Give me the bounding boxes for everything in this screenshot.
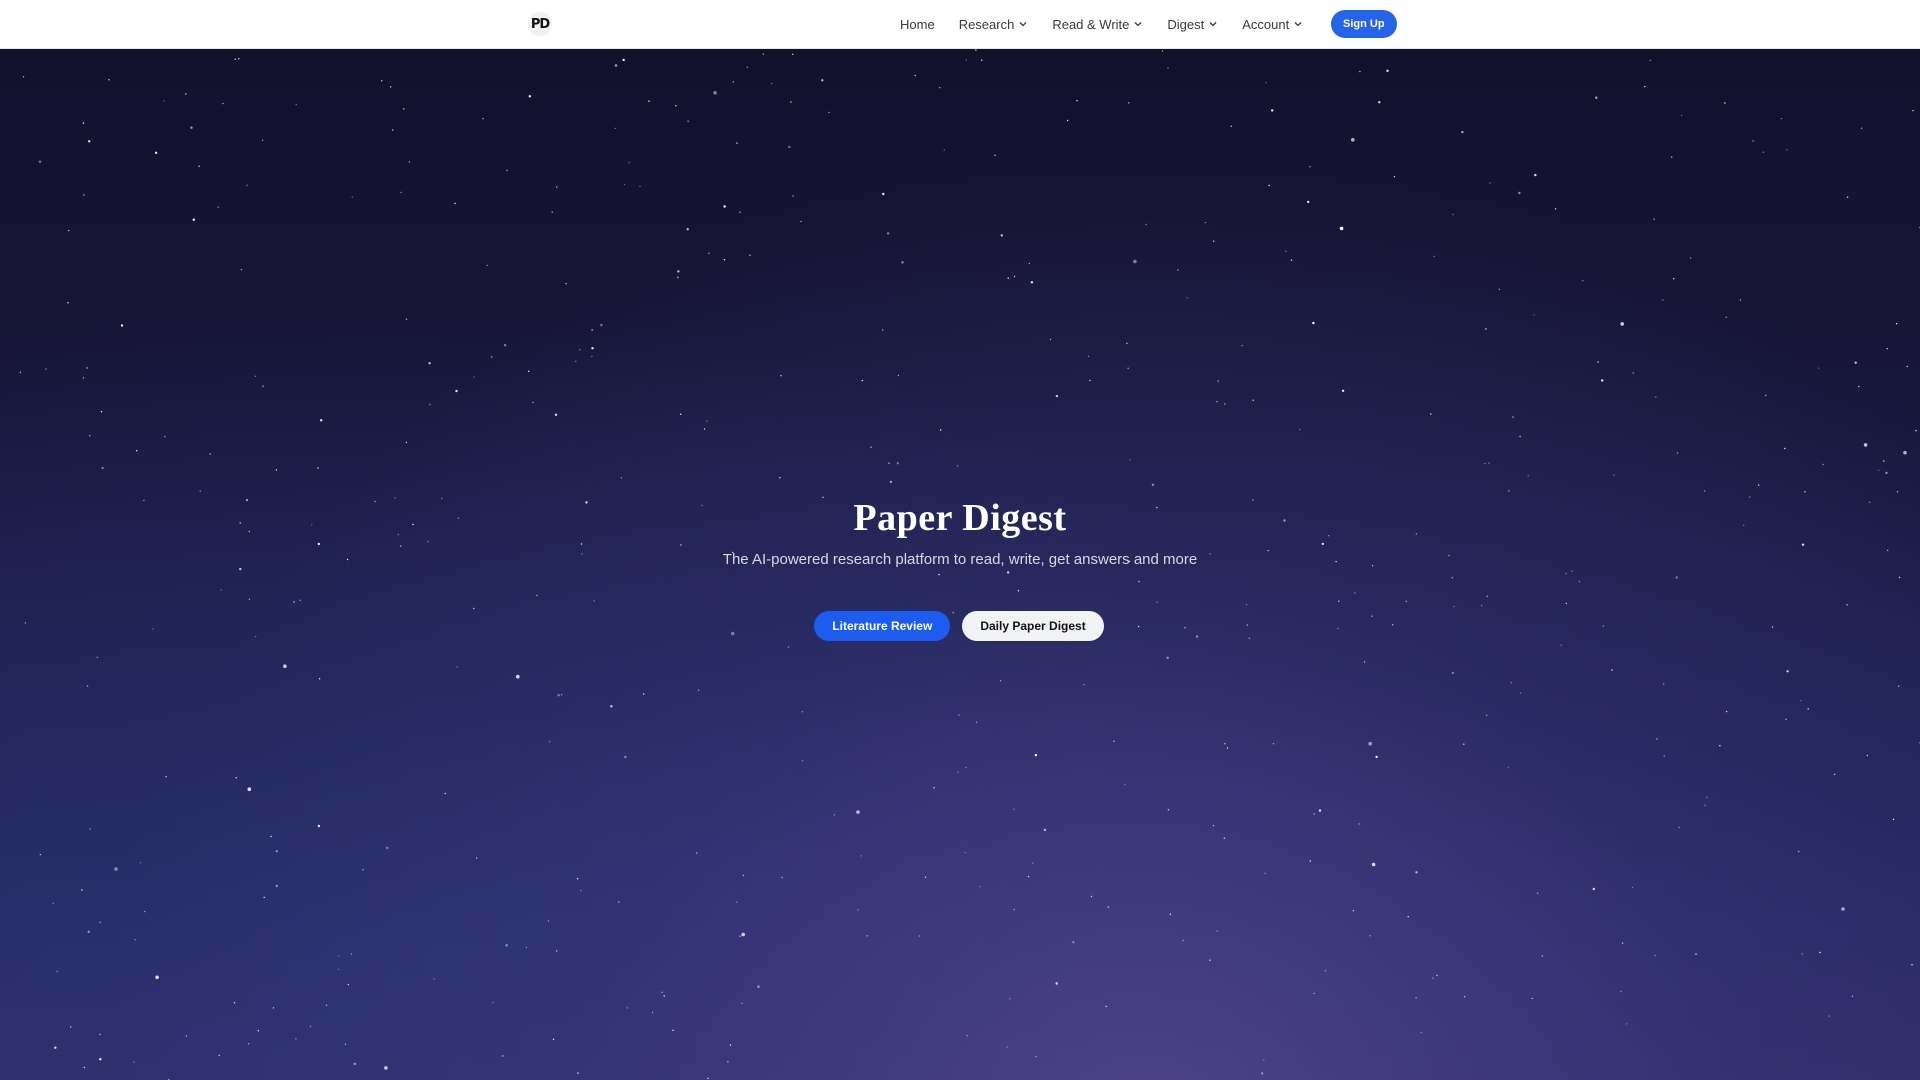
daily-paper-digest-button[interactable]: Daily Paper Digest bbox=[962, 611, 1104, 641]
hero-buttons: Literature Review Daily Paper Digest bbox=[0, 611, 1920, 641]
nav-item-home[interactable]: Home bbox=[900, 17, 935, 32]
nav-item-research[interactable]: Research bbox=[959, 17, 1029, 32]
hero-subtitle: The AI-powered research platform to read… bbox=[722, 551, 1198, 568]
logo-mark: PD bbox=[528, 12, 552, 36]
chevron-down-icon bbox=[1018, 19, 1028, 29]
nav-links: Home Research Read & Write Digest Accoun… bbox=[900, 0, 1303, 48]
nav-item-label: Home bbox=[900, 16, 935, 32]
sign-up-button[interactable]: Sign Up bbox=[1331, 10, 1397, 38]
nav-item-label: Read & Write bbox=[1052, 16, 1130, 32]
nav-item-label: Digest bbox=[1167, 16, 1205, 32]
top-navbar: PD Home Research Read & Write Digest Acc… bbox=[0, 0, 1920, 49]
nav-item-digest[interactable]: Digest bbox=[1167, 17, 1218, 32]
chevron-down-icon bbox=[1208, 19, 1218, 29]
page-title: Paper Digest bbox=[853, 497, 1067, 539]
hero-section: Paper Digest The AI-powered research pla… bbox=[0, 48, 1920, 1080]
chevron-down-icon bbox=[1293, 19, 1303, 29]
nav-item-label: Research bbox=[958, 16, 1015, 32]
nav-item-read-write[interactable]: Read & Write bbox=[1052, 17, 1143, 32]
chevron-down-icon bbox=[1133, 19, 1143, 29]
literature-review-button[interactable]: Literature Review bbox=[814, 611, 951, 641]
logo[interactable]: PD bbox=[526, 12, 554, 36]
nav-item-account[interactable]: Account bbox=[1242, 17, 1303, 32]
nav-item-label: Account bbox=[1242, 16, 1290, 32]
